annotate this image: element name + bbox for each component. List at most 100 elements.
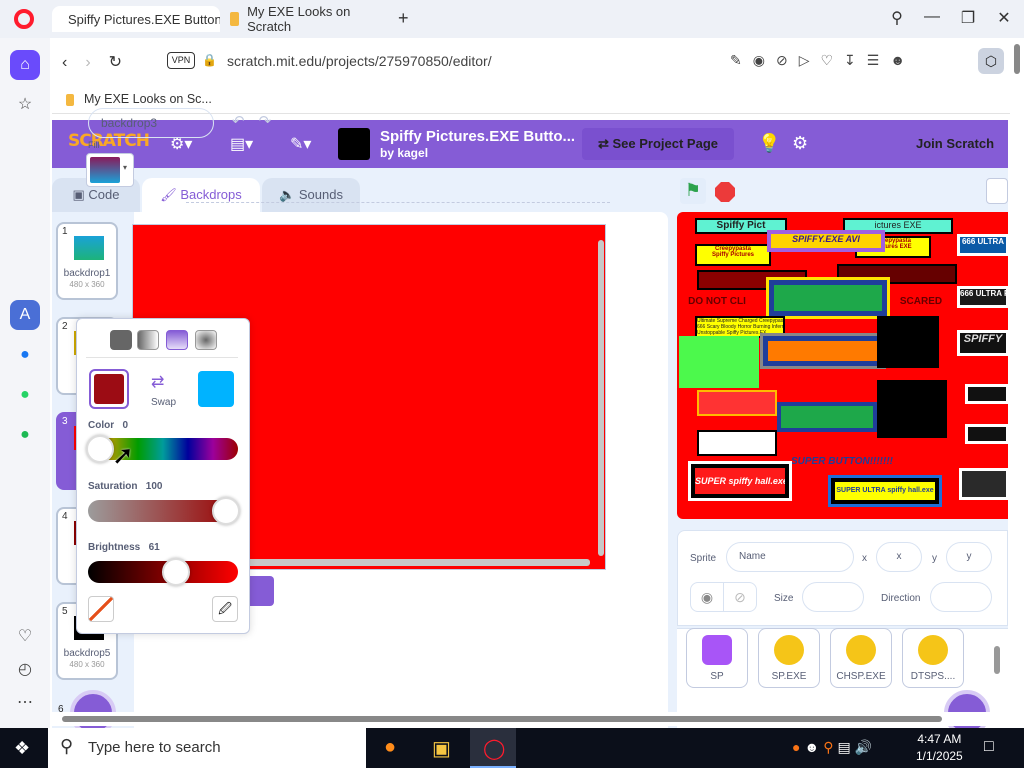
page-vertical-scrollbar[interactable] bbox=[1010, 42, 1024, 728]
opera-logo-icon[interactable] bbox=[14, 9, 34, 29]
block-icon[interactable]: ⊘ bbox=[776, 52, 799, 68]
page-horizontal-scrollbar[interactable] bbox=[52, 712, 1008, 726]
file-menu-icon[interactable]: ▤▾ bbox=[230, 134, 253, 154]
backdrop-item[interactable]: 1 backdrop1 480 x 360 bbox=[56, 222, 118, 300]
brave-icon[interactable]: ● bbox=[792, 739, 804, 755]
heart-icon[interactable]: ♡ bbox=[10, 622, 40, 652]
messenger-icon[interactable]: ● bbox=[10, 340, 40, 370]
star-icon[interactable]: ☆ bbox=[10, 90, 40, 120]
green-flag-icon[interactable]: ⚑ bbox=[680, 178, 706, 204]
backdrop-size: 480 x 360 bbox=[69, 280, 105, 289]
volume-icon[interactable]: 🔊 bbox=[855, 739, 876, 755]
hide-sprite-icon[interactable]: ⊘ bbox=[723, 582, 757, 612]
radial-gradient-mode[interactable] bbox=[195, 330, 217, 350]
horizontal-gradient-mode[interactable] bbox=[137, 330, 159, 350]
color-slider-knob[interactable] bbox=[86, 435, 114, 463]
fill-color-dropdown[interactable]: ▾ bbox=[86, 153, 134, 187]
menu-icon[interactable]: ☰ bbox=[867, 52, 891, 68]
show-sprite-icon[interactable]: ◉ bbox=[690, 582, 724, 612]
sprite-tile[interactable]: DTSPS.... bbox=[902, 628, 964, 688]
heart-icon[interactable]: ♡ bbox=[820, 52, 844, 68]
home-icon[interactable]: ⌂ bbox=[10, 50, 40, 80]
primary-color-swatch[interactable] bbox=[89, 369, 129, 409]
search-tabs-icon[interactable]: ⚲ bbox=[883, 8, 911, 28]
see-project-page-button[interactable]: ⇄ See Project Page bbox=[582, 128, 734, 160]
secondary-color-swatch[interactable] bbox=[198, 371, 234, 407]
swap-icon[interactable]: ⇄ bbox=[151, 372, 164, 392]
tab-my-exe-looks[interactable]: My EXE Looks on Scratch bbox=[222, 4, 392, 34]
join-scratch-link[interactable]: Join Scratch bbox=[916, 136, 994, 151]
back-icon[interactable]: ‹ bbox=[62, 54, 85, 71]
windows-start-icon[interactable]: ❖ bbox=[14, 738, 30, 759]
sprite-tile[interactable]: SP bbox=[686, 628, 748, 688]
notification-icon[interactable]: □ bbox=[984, 738, 994, 756]
more-icon[interactable]: ⋯ bbox=[10, 688, 40, 718]
sprite-tile[interactable]: SP.EXE bbox=[758, 628, 820, 688]
taskbar-clock[interactable]: 4:47 AM 1/1/2025 bbox=[916, 731, 963, 765]
file-explorer-icon[interactable]: ▣ bbox=[432, 736, 451, 761]
y-input[interactable]: y bbox=[946, 542, 992, 572]
tab-sounds[interactable]: 🔈 Sounds bbox=[262, 178, 360, 212]
new-tab-button[interactable]: + bbox=[398, 8, 409, 29]
saturation-slider-knob[interactable] bbox=[212, 497, 240, 525]
solid-fill-mode[interactable] bbox=[110, 330, 132, 350]
saturation-value: 100 bbox=[145, 481, 163, 492]
lightbulb-icon[interactable]: 💡 bbox=[758, 133, 780, 154]
x-input[interactable]: x bbox=[876, 542, 922, 572]
send-icon[interactable]: ▷ bbox=[799, 52, 821, 68]
reload-icon[interactable]: ↻ bbox=[109, 54, 140, 71]
camera-icon[interactable]: ◉ bbox=[753, 52, 776, 68]
primary-color-fill bbox=[94, 374, 124, 404]
close-window-button[interactable]: ✕ bbox=[990, 8, 1018, 28]
backdrop-number: 5 bbox=[62, 606, 68, 617]
aria-icon[interactable]: A bbox=[10, 300, 40, 330]
whatsapp-icon[interactable]: ● bbox=[10, 380, 40, 410]
sprite-list-scrollbar[interactable] bbox=[994, 646, 1000, 674]
scrollbar-thumb[interactable] bbox=[62, 716, 942, 722]
tab-spiffy-pictures[interactable]: Spiffy Pictures.EXE Button bbox=[52, 6, 220, 32]
forward-icon[interactable]: › bbox=[85, 54, 108, 71]
people-icon[interactable]: ☻ bbox=[804, 739, 823, 755]
stage[interactable]: Spiffy Pict ictures EXE Creepypasta Spif… bbox=[677, 212, 1008, 519]
profile-icon[interactable]: ☻ bbox=[890, 52, 916, 68]
stop-icon[interactable] bbox=[715, 182, 735, 202]
no-fill-button[interactable] bbox=[88, 596, 114, 622]
brightness-slider-knob[interactable] bbox=[162, 558, 190, 586]
sprite-name-input[interactable]: Name bbox=[726, 542, 854, 572]
tab-backdrops[interactable]: 🖌 Backdrops bbox=[142, 178, 260, 212]
vertical-gradient-mode[interactable] bbox=[166, 330, 188, 350]
minimize-button[interactable]: — bbox=[918, 8, 946, 26]
taskbar-search-box[interactable]: Type here to search bbox=[48, 728, 366, 768]
restore-button[interactable]: ❐ bbox=[954, 8, 982, 28]
key-icon[interactable]: ⚲ bbox=[823, 739, 837, 755]
backdrop-number: 4 bbox=[62, 511, 68, 522]
edit-icon[interactable]: ✎ bbox=[730, 52, 753, 68]
scratch-favicon-icon bbox=[230, 12, 240, 26]
stage-layout-button[interactable] bbox=[986, 178, 1008, 204]
sprite-tile[interactable]: CHSP.EXE bbox=[830, 628, 892, 688]
canvas-vertical-scrollbar[interactable] bbox=[598, 240, 604, 556]
scrollbar-thumb[interactable] bbox=[1014, 44, 1020, 74]
backdrop-name-input[interactable]: backdrop3 bbox=[88, 108, 214, 138]
stage-box bbox=[959, 468, 1008, 500]
download-icon[interactable]: ↧ bbox=[844, 52, 867, 68]
history-icon[interactable]: ◴ bbox=[10, 655, 40, 685]
redo-icon[interactable]: ↷ bbox=[259, 113, 286, 130]
bookmark-item[interactable]: My EXE Looks on Sc... bbox=[66, 92, 212, 106]
vpn-badge[interactable]: VPN bbox=[167, 52, 195, 69]
direction-input[interactable] bbox=[930, 582, 992, 612]
firefox-icon[interactable]: ● bbox=[384, 736, 396, 759]
swap-label[interactable]: Swap bbox=[151, 397, 176, 408]
sprite-thumb bbox=[774, 635, 804, 665]
size-input[interactable] bbox=[802, 582, 864, 612]
spotify-icon[interactable]: ● bbox=[10, 420, 40, 450]
extensions-icon[interactable]: ⬡ bbox=[978, 48, 1004, 74]
url-text[interactable]: scratch.mit.edu/projects/275970850/edito… bbox=[227, 53, 492, 69]
stage-text: SCARED bbox=[899, 296, 943, 307]
debug-icon[interactable]: ⚙ bbox=[792, 133, 808, 154]
eyedropper-icon[interactable]: 🖉 bbox=[212, 596, 238, 622]
network-icon[interactable]: ▤ bbox=[837, 739, 854, 755]
lock-icon[interactable]: 🔒 bbox=[202, 53, 217, 67]
undo-icon[interactable]: ↶ bbox=[232, 113, 259, 130]
edit-menu-icon[interactable]: ✎▾ bbox=[290, 134, 311, 154]
